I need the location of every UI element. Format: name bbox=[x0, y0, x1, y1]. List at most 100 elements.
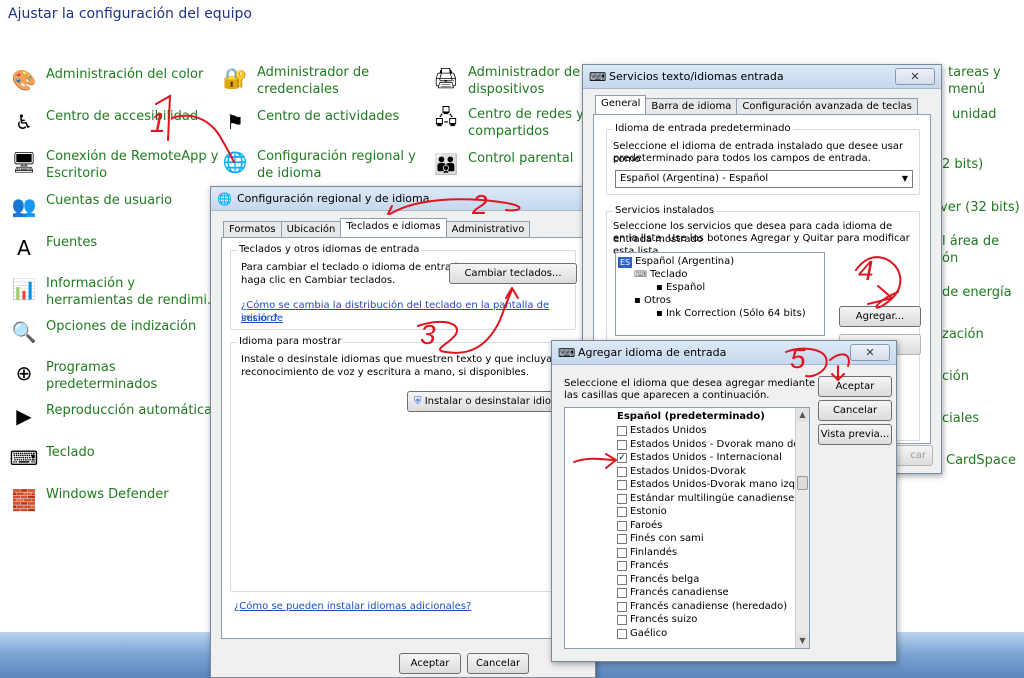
language-list-item[interactable]: Gaélico bbox=[617, 628, 667, 640]
right-fragment[interactable]: CardSpace bbox=[946, 452, 1016, 469]
checkbox-icon[interactable] bbox=[617, 520, 627, 531]
control-panel-item[interactable]: ▶ Reproducción automática bbox=[10, 402, 212, 430]
control-panel-item[interactable]: 📊 Información y herramientas de rendimi... bbox=[10, 275, 220, 309]
close-icon[interactable]: ✕ bbox=[895, 68, 935, 85]
right-fragment[interactable]: ción bbox=[942, 368, 969, 385]
default-input-select[interactable]: Español (Argentina) - Español ▼ bbox=[615, 170, 913, 188]
language-list-item[interactable]: Estados Unidos bbox=[617, 425, 707, 437]
tab-ubicacion[interactable]: Ubicación bbox=[280, 221, 342, 237]
tab-configuracion-teclas[interactable]: Configuración avanzada de teclas bbox=[736, 98, 918, 114]
language-list-item[interactable]: Finlandés bbox=[617, 547, 677, 559]
right-fragment[interactable]: de energía bbox=[942, 284, 1012, 301]
tree-item-language[interactable]: ES Español (Argentina) bbox=[618, 256, 734, 268]
tab-barra-idioma[interactable]: Barra de idioma bbox=[645, 98, 738, 114]
control-panel-item[interactable]: ♿ Centro de accesibilidad bbox=[10, 108, 198, 136]
language-list-item[interactable]: Faroés bbox=[617, 520, 662, 532]
right-fragment[interactable]: tareas y menú bbox=[948, 64, 1024, 98]
checkbox-icon[interactable] bbox=[617, 588, 627, 598]
checkbox-icon[interactable] bbox=[617, 628, 627, 639]
checkbox-icon[interactable] bbox=[617, 574, 627, 585]
installed-services-tree[interactable]: ES Español (Argentina) ⌨ Teclado ▪ Españ… bbox=[615, 252, 825, 336]
scroll-up-icon[interactable]: ▲ bbox=[796, 408, 809, 422]
tab-formatos[interactable]: Formatos bbox=[223, 221, 282, 237]
control-panel-item[interactable]: 🖥 Conexión de RemoteApp y Escritorio bbox=[10, 148, 218, 182]
install-more-languages-link[interactable]: ¿Cómo se pueden instalar idiomas adicion… bbox=[234, 600, 471, 613]
right-fragment[interactable]: l área de bbox=[942, 233, 999, 250]
language-list-item[interactable]: Francés bbox=[617, 560, 668, 572]
control-panel-item[interactable]: 🖨 Administrador de dispositivos bbox=[432, 64, 580, 98]
scroll-down-icon[interactable]: ▼ bbox=[796, 634, 809, 648]
display-language-text-2: reconocimiento de voz y escritura a mano… bbox=[241, 367, 530, 378]
tree-item-otros[interactable]: ▪ Otros bbox=[634, 295, 671, 307]
checkbox-icon[interactable] bbox=[617, 480, 627, 490]
control-panel-item-label: Cuentas de usuario bbox=[46, 192, 172, 209]
control-panel-item[interactable]: 🌐 Configuración regional y de idioma bbox=[221, 148, 416, 182]
install-languages-button[interactable]: ⛨ Instalar o desinstalar idiom bbox=[407, 391, 575, 412]
right-fragment[interactable]: ciales bbox=[942, 410, 979, 427]
language-list-item[interactable]: Estados Unidos - Dvorak mano derecha bbox=[617, 439, 809, 451]
language-list-item[interactable]: Francés belga bbox=[617, 574, 699, 586]
language-list-item[interactable]: Estonio bbox=[617, 506, 667, 518]
tree-item-ink[interactable]: ▪ Ink Correction (Sólo 64 bits) bbox=[656, 308, 806, 320]
checkbox-icon[interactable] bbox=[617, 493, 627, 504]
language-list-item[interactable]: Estados Unidos-Dvorak mano izquierda bbox=[617, 479, 809, 491]
control-panel-item[interactable]: 🖧 Centro de redes y r compartidos bbox=[432, 105, 593, 140]
checkbox-icon[interactable] bbox=[617, 547, 627, 558]
tree-item-espanol[interactable]: ▪ Español bbox=[656, 282, 705, 294]
control-panel-item[interactable]: 🎨 Administración del color bbox=[10, 66, 204, 94]
change-keyboards-button[interactable]: Cambiar teclados... bbox=[449, 263, 577, 284]
tab-administrativo[interactable]: Administrativo bbox=[445, 221, 531, 237]
right-fragment[interactable]: ver (32 bits) bbox=[940, 199, 1020, 216]
checkbox-icon[interactable] bbox=[617, 615, 627, 625]
control-panel-item[interactable]: A Fuentes bbox=[10, 234, 97, 262]
language-list-item[interactable]: Francés canadiense bbox=[617, 587, 729, 599]
control-panel-item-label: Centro de accesibilidad bbox=[46, 108, 198, 125]
language-list[interactable]: Español (predeterminado) Estados Unidos E… bbox=[564, 407, 810, 649]
add-language-cancel-button[interactable]: Cancelar bbox=[818, 400, 892, 421]
checkbox-icon[interactable] bbox=[617, 426, 627, 436]
tree-item-keyboard[interactable]: ⌨ Teclado bbox=[634, 269, 687, 281]
add-language-ok-button[interactable]: Aceptar bbox=[818, 376, 892, 397]
help-link-keyboard-layout-2[interactable]: sesión? bbox=[241, 312, 278, 325]
checkbox-icon[interactable] bbox=[617, 601, 627, 612]
regional-dialog-titlebar[interactable]: 🌐 Configuración regional y de idioma bbox=[211, 187, 595, 211]
regional-cancel-button[interactable]: Cancelar bbox=[467, 653, 529, 674]
add-button[interactable]: Agregar... bbox=[839, 306, 921, 327]
right-fragment[interactable]: unidad bbox=[952, 106, 997, 123]
checkbox-icon[interactable] bbox=[617, 466, 627, 477]
tab-teclados-idiomas[interactable]: Teclados e idiomas bbox=[340, 218, 447, 237]
control-panel-item-label: Reproducción automática bbox=[46, 402, 212, 419]
language-list-item[interactable]: Finés con sami bbox=[617, 533, 704, 545]
language-list-item[interactable]: Francés canadiense (heredado) bbox=[617, 601, 787, 613]
help-link-keyboard-layout[interactable]: ¿Cómo se cambia la distribución del tecl… bbox=[241, 299, 575, 325]
language-list-item[interactable]: ✓ Estados Unidos - Internacional bbox=[617, 452, 782, 464]
right-fragment[interactable]: 2 bits) bbox=[942, 156, 983, 173]
control-panel-item[interactable]: 👪 Control parental bbox=[432, 150, 574, 178]
language-label: Gaélico bbox=[630, 627, 668, 639]
control-panel-item[interactable]: ⚑ Centro de actividades bbox=[221, 108, 399, 136]
language-list-item[interactable]: Francés suizo bbox=[617, 614, 697, 626]
right-fragment[interactable]: zación bbox=[942, 326, 984, 343]
control-panel-item[interactable]: ⊕ Programas predeterminados bbox=[10, 359, 158, 393]
text-services-titlebar[interactable]: ⌨ Servicios texto/idiomas entrada bbox=[583, 65, 941, 89]
checkbox-checked-icon[interactable]: ✓ bbox=[617, 453, 627, 463]
checkbox-icon[interactable] bbox=[617, 439, 627, 450]
checkbox-icon[interactable] bbox=[617, 507, 627, 517]
scrollbar-thumb[interactable] bbox=[797, 476, 808, 490]
regional-ok-button[interactable]: Aceptar bbox=[399, 653, 461, 674]
language-list-item[interactable]: Estados Unidos-Dvorak bbox=[617, 466, 746, 478]
control-panel-item[interactable]: 🔍 Opciones de indización bbox=[10, 318, 197, 346]
language-list-item[interactable]: Estándar multilingüe canadiense bbox=[617, 493, 794, 505]
preview-button[interactable]: Vista previa... bbox=[818, 424, 892, 445]
close-icon[interactable]: ✕ bbox=[850, 344, 890, 361]
tab-general[interactable]: General bbox=[595, 95, 647, 114]
checkbox-icon[interactable] bbox=[617, 561, 627, 571]
control-panel-item[interactable]: 🔐 Administrador de credenciales bbox=[221, 64, 370, 98]
control-panel-item[interactable]: 👥 Cuentas de usuario bbox=[10, 192, 173, 220]
add-language-titlebar[interactable]: ⌨ Agregar idioma de entrada bbox=[552, 341, 896, 365]
language-list-scrollbar[interactable]: ▲ ▼ bbox=[795, 408, 809, 648]
control-panel-item[interactable]: ⌨ Teclado bbox=[10, 444, 95, 472]
checkbox-icon[interactable] bbox=[617, 534, 627, 544]
control-panel-item[interactable]: 🧱 Windows Defender bbox=[10, 486, 169, 514]
right-fragment[interactable]: ón bbox=[942, 250, 958, 267]
